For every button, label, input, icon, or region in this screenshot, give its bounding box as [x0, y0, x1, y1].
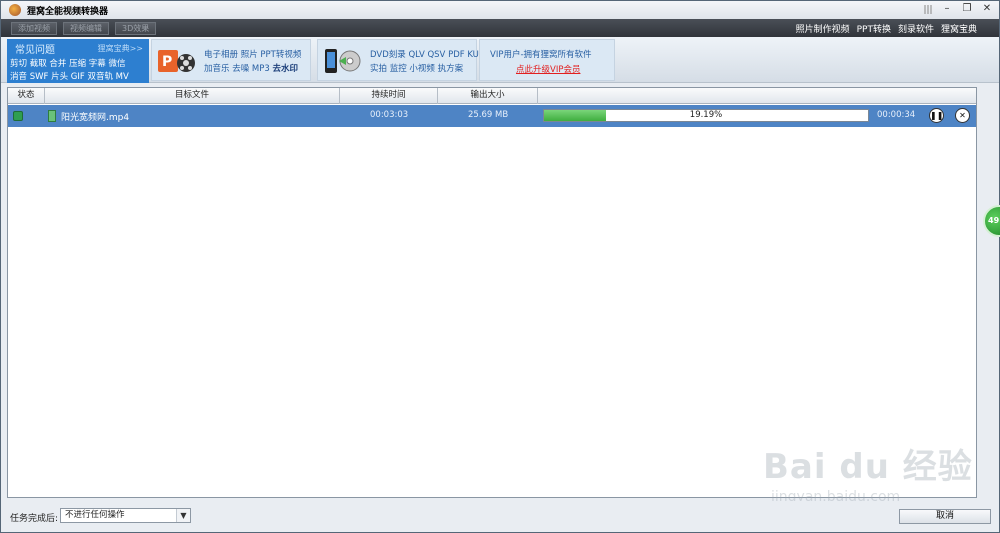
app-window: 狸窝全能视频转换器 – ❐ ✕ 添加视频 视频编辑 3D效果 照片制作视频 PP… — [0, 0, 1000, 533]
after-task-label: 任务完成后: — [10, 514, 59, 524]
promo-dvd[interactable]: DVD刻录 QLV QSV PDF KUX 实拍 监控 小视频 执方案 — [317, 39, 485, 81]
window-controls: – ❐ ✕ — [924, 3, 993, 15]
top-link-burn[interactable]: 刻录软件 — [898, 22, 934, 35]
faq-more-link[interactable]: 狸窝宝典>> — [98, 43, 143, 54]
watermark-main: Bai du 经验 — [763, 447, 973, 487]
faq-links-row-2[interactable]: 消音 SWF 片头 GIF 双音轨 MV — [10, 70, 129, 82]
header-output-size[interactable]: 输出大小 — [438, 88, 538, 104]
top-link-ppt[interactable]: PPT转换 — [857, 22, 891, 35]
cancel-button[interactable]: 取消 — [899, 509, 991, 524]
progress-bar: 19.19% — [543, 109, 869, 122]
output-size: 25.69 MB — [468, 110, 509, 120]
after-task-value: 不进行任何操作 — [65, 510, 125, 520]
toolbar: 添加视频 视频编辑 3D效果 照片制作视频 PPT转换 刻录软件 狸窝宝典 — [1, 19, 999, 37]
promo-dvd-line-2[interactable]: 实拍 监控 小视频 执方案 — [370, 62, 463, 74]
promo-photo-line-2-text: 加音乐 去噪 MP3 — [204, 64, 273, 74]
app-logo-icon — [9, 4, 21, 16]
3d-effect-button[interactable]: 3D效果 — [115, 21, 157, 35]
vip-description: VIP用户-拥有狸窝所有软件 — [490, 50, 592, 60]
minimize-icon[interactable]: – — [941, 3, 953, 15]
svg-text:P: P — [162, 54, 172, 70]
remaining-time: 00:00:34 — [877, 110, 916, 120]
file-name: 阳光宽频网.mp4 — [61, 113, 130, 123]
table-row[interactable]: 阳光宽频网.mp4 00:03:03 25.69 MB 19.19% 00:00… — [8, 105, 976, 127]
pause-icon[interactable]: ❚❚ — [929, 108, 944, 123]
promo-vip: VIP用户-拥有狸窝所有软件 点此升级VIP会员 — [479, 39, 615, 81]
video-edit-button[interactable]: 视频编辑 — [63, 21, 109, 35]
promo-photo-ppt[interactable]: P 电子相册 照片 PPT转视频 加音乐 去噪 MP3 去水印 — [151, 39, 311, 81]
restore-icon[interactable]: ❐ — [961, 3, 973, 15]
faq-links-row-1[interactable]: 剪切 截取 合并 压缩 字幕 微信 — [10, 57, 126, 69]
converting-status-icon — [13, 111, 23, 121]
after-task-select[interactable]: 不进行任何操作 ▼ — [60, 508, 191, 523]
remove-icon[interactable]: ✕ — [955, 108, 970, 123]
close-icon[interactable]: ✕ — [981, 3, 993, 15]
top-link-photo-video[interactable]: 照片制作视频 — [796, 22, 850, 35]
vip-upgrade-link[interactable]: 点此升级VIP会员 — [516, 63, 580, 75]
top-link-guide[interactable]: 狸窝宝典 — [941, 22, 977, 35]
faq-title[interactable]: 常见问题 — [15, 41, 55, 56]
header-duration[interactable]: 持续时间 — [340, 88, 438, 104]
file-duration: 00:03:03 — [370, 110, 409, 120]
promo-photo-line-2[interactable]: 加音乐 去噪 MP3 去水印 — [204, 62, 298, 74]
progress-text: 19.19% — [689, 110, 723, 120]
faq-panel: 常见问题 狸窝宝典>> 剪切 截取 合并 压缩 字幕 微信 消音 SWF 片头 … — [7, 39, 149, 83]
floating-speed-badge[interactable]: 49 — [983, 205, 1000, 237]
top-links: 照片制作视频 PPT转换 刻录软件 狸窝宝典 — [796, 22, 977, 35]
chevron-down-icon[interactable]: ▼ — [176, 509, 190, 522]
promo-dvd-line-1[interactable]: DVD刻录 QLV QSV PDF KUX — [370, 48, 485, 60]
app-title: 狸窝全能视频转换器 — [27, 6, 109, 17]
promo-remove-watermark: 去水印 — [272, 64, 298, 74]
promo-photo-line-1[interactable]: 电子相册 照片 PPT转视频 — [204, 48, 301, 60]
ppt-film-icon: P — [158, 50, 195, 72]
add-video-button[interactable]: 添加视频 — [11, 21, 57, 35]
bottom-bar: 任务完成后: 不进行任何操作 ▼ 取消 — [1, 501, 999, 532]
phone-disc-icon — [325, 49, 361, 73]
skin-icon[interactable] — [924, 5, 933, 14]
video-file-icon — [48, 110, 56, 122]
table-header: 状态 目标文件 持续时间 输出大小 — [8, 88, 976, 104]
title-bar: 狸窝全能视频转换器 – ❐ ✕ — [1, 1, 999, 19]
header-progress — [538, 88, 976, 104]
promo-band: 常见问题 狸窝宝典>> 剪切 截取 合并 压缩 字幕 微信 消音 SWF 片头 … — [1, 37, 999, 83]
header-target-file[interactable]: 目标文件 — [45, 88, 340, 104]
header-status[interactable]: 状态 — [8, 88, 45, 104]
